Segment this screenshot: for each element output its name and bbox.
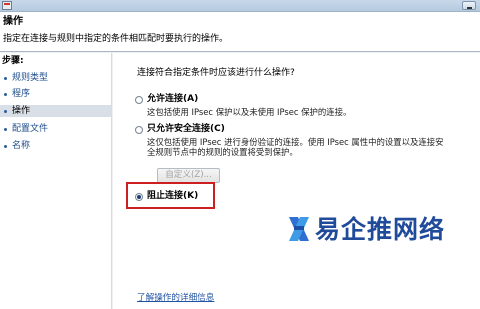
bullet-icon: [4, 93, 7, 96]
allow-secure-description: 这仅包括使用 IPsec 进行身份验证的连接。使用 IPsec 属性中的设置以及…: [147, 137, 444, 157]
page-title: 操作: [3, 16, 23, 27]
customize-button[interactable]: 自定义(Z)...: [157, 168, 220, 183]
sidebar-item-rule-type[interactable]: 规则类型: [0, 72, 111, 84]
app-icon: [2, 1, 12, 10]
page-header: 操作 指定在连接与规则中指定的条件相匹配时要执行的操作。: [0, 12, 480, 52]
steps-sidebar: 步骤: 规则类型 程序 操作 配置文件 名称: [0, 53, 112, 309]
bullet-icon: [4, 110, 7, 113]
steps-label: 步骤:: [2, 56, 24, 66]
bullet-icon: [4, 77, 7, 80]
learn-more-link[interactable]: 了解操作的详细信息: [137, 293, 214, 304]
bullet-icon: [4, 128, 7, 131]
sidebar-item-label: 操作: [12, 106, 31, 116]
sidebar-item-label: 配置文件: [12, 124, 49, 134]
sidebar-item-program[interactable]: 程序: [0, 88, 111, 100]
allow-connection-radio[interactable]: [135, 96, 143, 104]
watermark-logo: 易企推网络: [287, 214, 477, 244]
sidebar-item-label: 名称: [12, 141, 31, 151]
block-connection-label[interactable]: 阻止连接(K): [147, 191, 198, 202]
minimize-button[interactable]: [462, 1, 476, 10]
sidebar-item-label: 规则类型: [12, 73, 49, 83]
sidebar-item-action[interactable]: 操作: [0, 105, 111, 117]
sidebar-item-name[interactable]: 名称: [0, 140, 111, 152]
allow-secure-radio[interactable]: [135, 126, 143, 134]
watermark-mark-icon: [289, 217, 309, 241]
block-connection-radio[interactable]: [135, 193, 143, 201]
page-description: 指定在连接与规则中指定的条件相匹配时要执行的操作。: [3, 34, 229, 44]
action-question: 连接符合指定条件时应该进行什么操作?: [137, 68, 295, 78]
sidebar-item-profile[interactable]: 配置文件: [0, 123, 111, 135]
allow-secure-label[interactable]: 只允许安全连接(C): [147, 124, 225, 135]
main-panel: 连接符合指定条件时应该进行什么操作? 允许连接(A) 这包括使用 IPsec 保…: [113, 53, 480, 309]
bullet-icon: [4, 145, 7, 148]
sidebar-item-label: 程序: [12, 89, 31, 99]
watermark-text: 易企推网络: [315, 215, 446, 244]
allow-connection-description: 这包括使用 IPsec 保护以及未使用 IPsec 保护的连接。: [147, 107, 352, 117]
allow-connection-label[interactable]: 允许连接(A): [147, 94, 198, 105]
window-title-bar: [0, 0, 480, 12]
